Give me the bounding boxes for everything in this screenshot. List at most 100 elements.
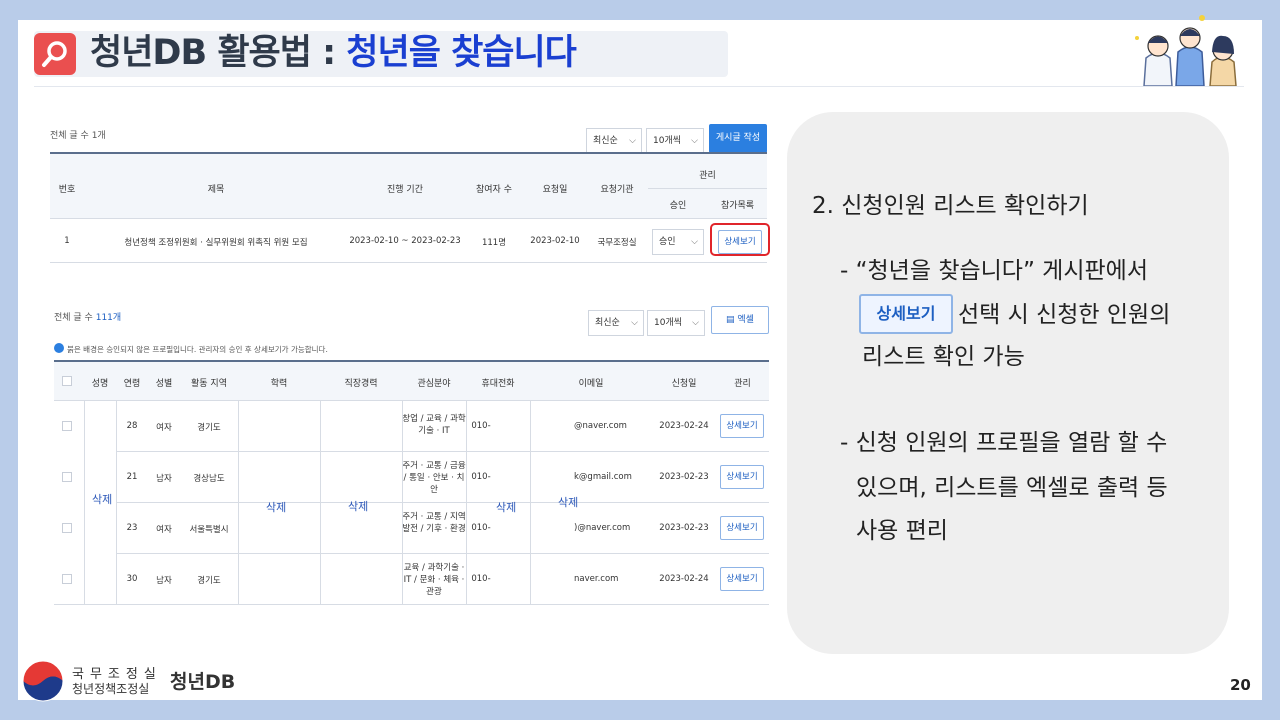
applicants-perpage-select[interactable]: 10개씩 ⌵ <box>647 310 705 336</box>
row-email: @naver.com <box>574 421 627 431</box>
col-age: 연령 <box>123 379 141 389</box>
col-divider <box>530 400 531 604</box>
header-divider <box>34 86 1244 87</box>
board-perpage-select[interactable]: 10개씩 ⌵ <box>646 128 704 154</box>
inline-detail-button: 상세보기 <box>859 294 953 334</box>
deleted-education: 삭제 <box>266 501 287 514</box>
col-participant-list: 참가목록 <box>720 201 755 211</box>
col-education: 학력 <box>270 379 288 389</box>
row-date: 2023-02-24 <box>659 421 709 431</box>
row-interest: 창업 / 교육 / 과학기술 · IT <box>402 414 466 436</box>
row-gender: 남자 <box>156 576 172 586</box>
title-highlight: 청년을 찾습니다 <box>346 33 577 73</box>
col-title: 제목 <box>207 185 225 195</box>
applicants-header-bottom <box>54 400 769 401</box>
col-gender: 성별 <box>155 379 173 389</box>
info-line: 선택 시 신청한 인원의 <box>958 302 1171 328</box>
row-interest: 주거 · 교통 / 금융 / 통일 · 안보 · 치안 <box>402 461 466 495</box>
chevron-down-icon: ⌵ <box>631 318 638 328</box>
row-checkbox[interactable] <box>62 574 72 584</box>
col-name: 성명 <box>91 379 109 389</box>
deleted-career: 삭제 <box>348 500 369 513</box>
excel-label: 엑셀 <box>737 315 754 325</box>
col-divider <box>320 400 321 604</box>
applicants-total-label: 전체 글 수 <box>54 313 93 323</box>
footer-brand: 청년DB <box>170 671 236 693</box>
approval-select[interactable]: 승인 ⌵ <box>652 229 704 255</box>
col-request-date: 요청일 <box>542 185 568 195</box>
deleted-email: 삭제 <box>558 496 579 509</box>
row-email: naver.com <box>574 574 619 584</box>
col-agency: 요청기관 <box>600 185 634 195</box>
row-line <box>54 604 769 605</box>
col-no: 번호 <box>58 185 76 195</box>
col-apply-date: 신청일 <box>671 379 697 389</box>
col-manage2: 관리 <box>734 379 751 389</box>
row-line <box>116 553 769 554</box>
row-title[interactable]: 청년정책 조정위원회 · 실무위원회 위촉직 위원 모집 <box>86 236 346 248</box>
applicants-notice: 붉은 배경은 승인되지 않은 프로필입니다. 관리자의 승인 후 상세보기가 가… <box>67 345 328 354</box>
applicants-sort-select[interactable]: 최신순 ⌵ <box>588 310 644 336</box>
document-icon: ▤ <box>726 315 735 325</box>
info-line: 사용 편리 <box>856 518 948 544</box>
chevron-down-icon: ⌵ <box>691 136 698 146</box>
col-participants: 참여자 수 <box>476 185 512 195</box>
board-sort-select[interactable]: 최신순 ⌵ <box>586 128 642 154</box>
detail-button[interactable]: 상세보기 <box>720 414 764 438</box>
manage-subline <box>648 188 767 189</box>
row-phone: 010- <box>471 472 491 482</box>
info-line: 있으며, 리스트를 엑셀로 출력 등 <box>856 475 1168 501</box>
excel-button[interactable]: ▤ 엑셀 <box>711 306 769 334</box>
board-total: 전체 글 수 1개 <box>50 131 106 141</box>
row-phone: 010- <box>471 523 491 533</box>
row-age: 30 <box>126 574 138 584</box>
detail-button[interactable]: 상세보기 <box>720 516 764 540</box>
applicants-perpage-value: 10개씩 <box>654 318 683 328</box>
page-title: 청년DB 활용법 : 청년을 찾습니다 <box>90 30 577 76</box>
info-line: 리스트 확인 가능 <box>862 344 1025 370</box>
row-gender: 여자 <box>156 423 172 433</box>
info-line: - 신청 인원의 프로필을 열람 할 수 <box>840 430 1168 456</box>
col-phone: 휴대전화 <box>481 379 515 389</box>
row-date: 2023-02-23 <box>659 523 709 533</box>
col-approval: 승인 <box>669 201 687 211</box>
page-number: 20 <box>1230 676 1251 694</box>
row-request-date: 2023-02-10 <box>530 236 580 246</box>
row-line <box>116 451 769 452</box>
col-region: 활동 지역 <box>191 379 227 389</box>
col-career: 직장경력 <box>344 379 378 389</box>
row-region: 서울특별시 <box>189 525 229 535</box>
info-heading: 2. 신청인원 리스트 확인하기 <box>812 193 1089 219</box>
col-interest: 관심분야 <box>417 379 451 389</box>
row-checkbox[interactable] <box>62 472 72 482</box>
check-circle-icon <box>54 343 64 353</box>
search-icon <box>34 33 76 75</box>
row-gender: 남자 <box>156 474 172 484</box>
footer-sub: 청년정책조정실 <box>72 682 150 696</box>
row-checkbox[interactable] <box>62 523 72 533</box>
row-checkbox[interactable] <box>62 421 72 431</box>
board-perpage-value: 10개씩 <box>653 136 682 146</box>
row-phone: 010- <box>471 421 491 431</box>
col-divider <box>116 400 117 604</box>
row-region: 경기도 <box>197 576 221 586</box>
select-all-checkbox[interactable] <box>62 376 72 386</box>
board-sort-value: 최신순 <box>593 136 618 146</box>
row-line <box>116 502 769 503</box>
chevron-down-icon: ⌵ <box>692 318 699 328</box>
detail-button[interactable]: 상세보기 <box>720 465 764 489</box>
highlight-ring <box>710 223 770 256</box>
col-manage: 관리 <box>699 171 716 181</box>
row-interest: 주거 · 교통 / 지역발전 / 기후 · 환경 <box>402 512 466 534</box>
row-age: 23 <box>126 523 138 533</box>
board-header-bottom <box>50 218 767 219</box>
row-agency: 국무조정실 <box>597 238 637 248</box>
row-interest: 교육 / 과학기술 · IT / 문화 · 체육 · 관광 <box>403 563 465 597</box>
row-phone: 010- <box>471 574 491 584</box>
row-period: 2023-02-10 ~ 2023-02-23 <box>349 236 461 246</box>
col-divider <box>402 400 403 604</box>
row-age: 21 <box>126 472 138 482</box>
applicants-total: 전체 글 수 111개 <box>54 310 121 323</box>
write-post-button[interactable]: 게시글 작성 <box>709 124 767 153</box>
detail-button[interactable]: 상세보기 <box>720 567 764 591</box>
